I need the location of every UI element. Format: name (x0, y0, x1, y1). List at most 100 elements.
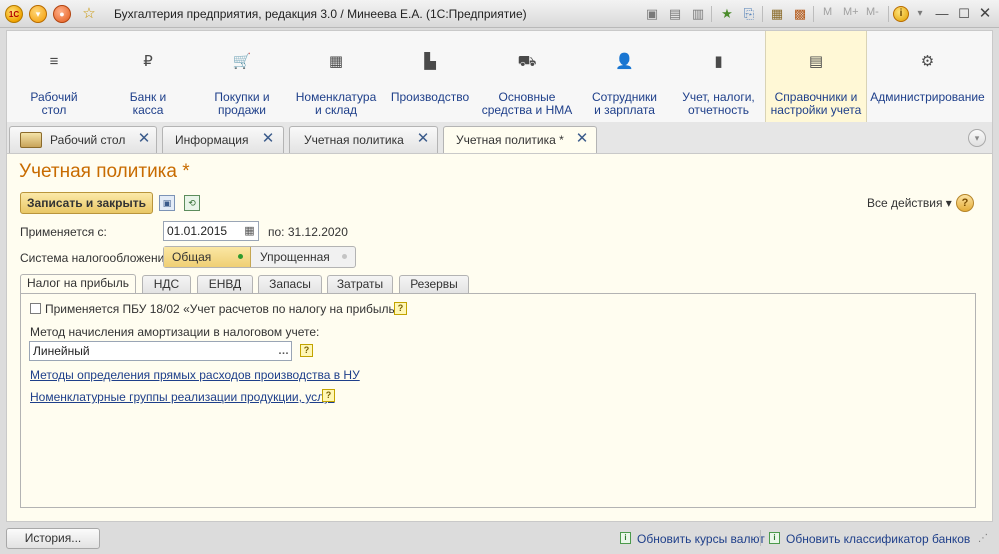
add-favorite-icon[interactable]: ★ (718, 5, 736, 23)
section-label: Справочники и настройки учета (770, 90, 862, 117)
resize-grip-icon: ⋰ (978, 533, 988, 544)
all-actions-menu[interactable]: Все действия ▾ (867, 196, 952, 210)
pbu-checkbox-label[interactable]: Применяется ПБУ 18/02 «Учет расчетов по … (45, 302, 401, 316)
close-icon[interactable]: ✕ (261, 130, 275, 148)
accounting-policy-form: Учетная политика * Записать и закрыть ▣ … (6, 153, 993, 522)
save-and-close-button[interactable]: Записать и закрыть (20, 192, 153, 214)
minimize-icon[interactable]: — (933, 5, 951, 23)
truck-icon: ⛟ (517, 53, 537, 70)
hint-icon[interactable]: ? (394, 302, 407, 315)
until-date-text: по: 31.12.2020 (268, 225, 348, 239)
tab-reserves[interactable]: Резервы (399, 275, 469, 293)
tax-system-selector: Общая Упрощенная (163, 246, 356, 268)
window-title: Бухгалтерия предприятия, редакция 3.0 / … (114, 7, 527, 21)
unselected-dot-icon (342, 254, 347, 259)
select-ellipsis-icon[interactable]: … (276, 342, 291, 360)
update-currency-rates-link[interactable]: Обновить курсы валют (637, 532, 765, 546)
tab-accounting-policy-modified[interactable]: Учетная политика * ✕ (443, 126, 597, 154)
page-title: Учетная политика * (19, 161, 190, 182)
section-staff[interactable]: 👤 Сотрудники и зарплата (577, 31, 672, 123)
hint-icon[interactable]: ? (322, 389, 335, 402)
option-label: Общая (172, 250, 212, 264)
section-reporting[interactable]: ▮ Учет, налоги, отчетность (672, 31, 765, 123)
save-icon[interactable]: ▣ (159, 195, 175, 211)
info-menu-chevron-icon[interactable]: ▾ (911, 5, 929, 23)
info-icon: i (620, 532, 631, 544)
close-icon[interactable]: ✕ (137, 130, 151, 148)
list-icon: ≡ (49, 53, 59, 70)
tabs-menu-chevron-icon[interactable]: ▾ (968, 129, 986, 147)
tax-system-label: Система налогообложения: (20, 251, 175, 265)
tab-envd[interactable]: ЕНВД (197, 275, 253, 293)
applies-from-value: 01.01.2015 (167, 224, 228, 238)
main-menu-icon[interactable]: ▾ (29, 5, 47, 23)
tab-inventory[interactable]: Запасы (258, 275, 322, 293)
tax-system-general[interactable]: Общая (164, 247, 251, 267)
section-label: Производство (390, 90, 470, 104)
section-production[interactable]: ▙ Производство (383, 31, 477, 123)
option-label: Упрощенная (260, 250, 330, 264)
income-tax-panel: Применяется ПБУ 18/02 «Учет расчетов по … (20, 293, 976, 508)
tab-label: Учетная политика (304, 133, 404, 147)
applies-from-label: Применяется с: (20, 225, 107, 239)
favorites-star-icon[interactable]: ☆ (80, 5, 98, 23)
home-icon[interactable]: ● (53, 5, 71, 23)
section-label: Администрирование (870, 90, 985, 104)
tab-vat[interactable]: НДС (142, 275, 191, 293)
tab-desktop[interactable]: Рабочий стол ✕ (9, 126, 157, 153)
section-administration[interactable]: ⚙ Администрирование (867, 31, 988, 123)
gear-icon: ⚙ (920, 53, 935, 70)
section-label: Номенклатура и склад (295, 90, 377, 117)
nomenclature-groups-link[interactable]: Номенклатурные группы реализации продукц… (30, 390, 335, 404)
memory-minus-button[interactable]: M- (866, 6, 879, 18)
save-icon[interactable]: ▣ (643, 5, 661, 23)
section-nomenclature[interactable]: ▦ Номенклатура и склад (289, 31, 383, 123)
amortization-method-value: Линейный (33, 344, 90, 358)
close-window-icon[interactable]: ✕ (976, 5, 994, 23)
link-icon[interactable]: ⎘ (740, 5, 758, 23)
bar-chart-icon: ▮ (714, 53, 723, 70)
preview-icon[interactable]: ▥ (689, 5, 707, 23)
section-desktop[interactable]: ≡ Рабочий стол (7, 31, 101, 123)
tab-income-tax[interactable]: Налог на прибыль (20, 274, 136, 294)
section-bank[interactable]: ₽ Банк и касса (101, 31, 195, 123)
selected-dot-icon (238, 254, 243, 259)
tab-label: Рабочий стол (50, 133, 126, 147)
direct-costs-methods-link[interactable]: Методы определения прямых расходов произ… (30, 368, 360, 382)
memory-button[interactable]: M (823, 6, 832, 18)
section-fixed-assets[interactable]: ⛟ Основные средства и НМА (477, 31, 577, 123)
tax-system-simplified[interactable]: Упрощенная (252, 247, 355, 267)
memory-plus-button[interactable]: M+ (843, 6, 859, 18)
applies-from-input[interactable]: 01.01.2015 ▦ (163, 221, 259, 241)
section-purchases[interactable]: 🛒 Покупки и продажи (195, 31, 289, 123)
section-label: Основные средства и НМА (481, 90, 573, 117)
refresh-icon[interactable]: ⟲ (184, 195, 200, 211)
section-label: Учет, налоги, отчетность (682, 90, 755, 117)
calculator-icon[interactable]: ▦ (768, 5, 786, 23)
tab-costs[interactable]: Затраты (327, 275, 393, 293)
update-bank-classifier-link[interactable]: Обновить классификатор банков (786, 532, 970, 546)
calendar-icon[interactable]: ▩ (791, 5, 809, 23)
ruble-icon: ₽ (143, 53, 153, 70)
print-icon[interactable]: ▤ (666, 5, 684, 23)
pbu-checkbox[interactable] (30, 303, 41, 314)
section-label: Покупки и продажи (214, 90, 270, 117)
amortization-method-input[interactable]: Линейный … (29, 341, 292, 361)
close-icon[interactable]: ✕ (575, 130, 589, 148)
hint-icon[interactable]: ? (300, 344, 313, 357)
help-icon[interactable]: ? (956, 194, 974, 212)
section-references[interactable]: ▤ Справочники и настройки учета (765, 31, 867, 123)
info-icon[interactable]: i (893, 6, 909, 22)
tab-label: Информация (175, 133, 249, 147)
app-logo-icon: 1С (5, 5, 23, 23)
history-button[interactable]: История... (6, 528, 100, 549)
calendar-icon[interactable]: ▦ (242, 222, 257, 240)
tab-information[interactable]: Информация ✕ (162, 126, 284, 153)
tab-accounting-policy[interactable]: Учетная политика ✕ (289, 126, 438, 153)
section-label: Рабочий стол (30, 90, 78, 117)
factory-icon: ▙ (424, 53, 436, 70)
maximize-icon[interactable]: ☐ (955, 5, 973, 23)
section-label: Банк и касса (129, 90, 167, 117)
close-icon[interactable]: ✕ (416, 130, 430, 148)
person-icon: 👤 (615, 53, 634, 70)
